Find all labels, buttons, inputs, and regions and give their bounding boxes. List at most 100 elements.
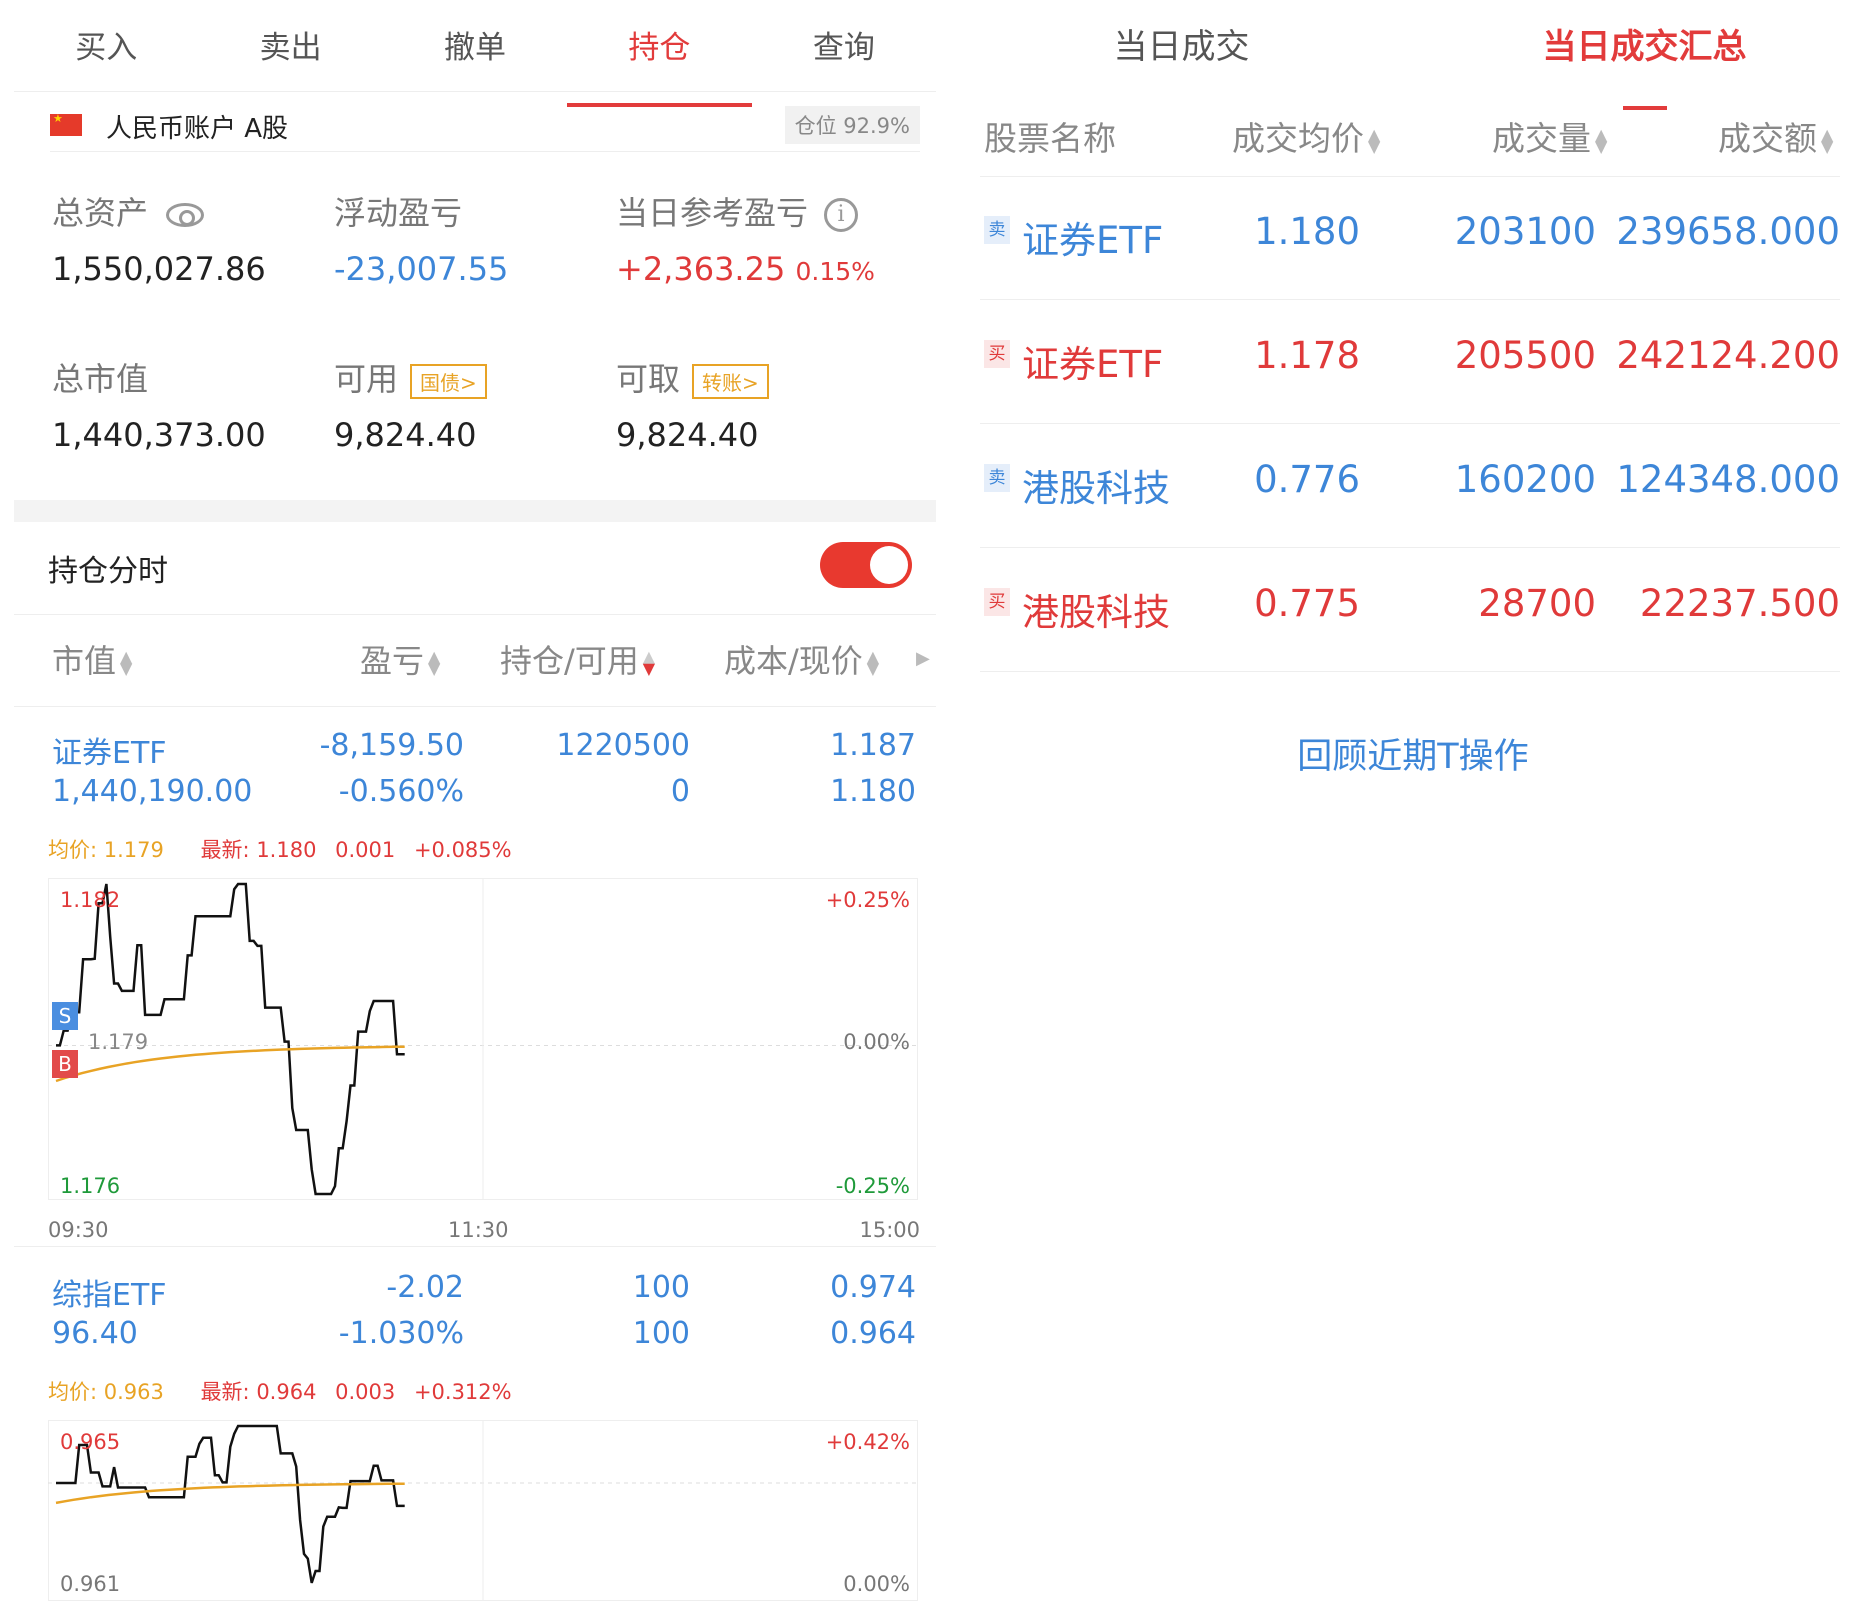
holding-quote-line: 均价: 0.963 最新: 0.964 0.003 +0.312% [48,1376,512,1406]
col-market-value[interactable]: 市值 ▲ ▼ [52,636,132,682]
holding-pl: -2.02 [386,1270,464,1305]
avg-price: 均价: 1.179 [48,838,164,862]
y-low-label: 0.961 [60,1572,121,1596]
day-pl-value: +2,363.25 0.15% [616,250,875,288]
latest-price: 最新: 1.180 [200,838,317,862]
amount: 124348.000 [1616,458,1840,501]
holding-position: 1220500 [556,728,690,763]
holding-pl: -8,159.50 [319,728,464,763]
pct-high-label: +0.25% [825,888,910,912]
tab-sell[interactable]: 卖出 [198,22,382,91]
pct-low-label: -0.25% [835,1174,910,1198]
summary-row[interactable]: 卖证券ETF 1.180 203100 239658.000 [980,176,1840,300]
price-change: 0.001 [335,838,396,862]
available-label: 可用 国债> [334,354,487,400]
price-line-plot [48,1420,918,1600]
col-cost-price-text: 成本/现价 [724,642,863,680]
withdrawable-label-text: 可取 [616,360,681,398]
y-low-label: 1.176 [60,1174,121,1198]
col-amount-text: 成交额 [1718,119,1817,158]
review-t-operations-link[interactable]: 回顾近期T操作 [950,728,1876,779]
sell-marker[interactable]: S [52,1002,78,1030]
holding-pl-pct: -1.030% [338,1316,464,1351]
holding-available: 100 [632,1316,690,1351]
china-flag-icon [50,112,82,136]
sell-badge: 卖 [984,464,1010,492]
holding-cost: 0.974 [830,1270,916,1305]
y-mid-label: 1.179 [88,1030,149,1054]
total-assets-value: 1,550,027.86 [52,250,266,288]
available-value: 9,824.40 [334,416,477,454]
treasury-button[interactable]: 国债> [410,363,487,399]
withdrawable-label: 可取 转账> [616,354,769,400]
total-assets-label: 总资产 [52,188,205,234]
summary-row[interactable]: 卖港股科技 0.776 160200 124348.000 [980,424,1840,548]
stock-name: 港股科技 [1022,591,1170,634]
price-change-pct: +0.312% [413,1380,512,1404]
pct-high-label: +0.42% [825,1430,910,1454]
day-pl-label: 当日参考盈亏 i [616,188,859,234]
buy-badge: 买 [984,340,1010,368]
section-divider [14,500,936,522]
sort-icon: ▲ ▼ [1595,124,1608,156]
col-cost-price[interactable]: 成本/现价 ▲ ▼ [724,636,879,682]
intraday-toggle[interactable] [820,542,912,588]
tab-holdings[interactable]: 持仓 [567,22,753,107]
time-open: 09:30 [48,1218,109,1242]
market-value-label: 总市值 [52,360,149,398]
intraday-chart[interactable]: 1.182 1.179 1.176 +0.25% 0.00% -0.25% S … [48,878,920,1242]
position-ratio-badge: 仓位 92.9% [784,106,920,144]
sort-icon: ▲ ▼ [428,647,441,678]
account-row[interactable]: 人民币账户 A股 仓位 92.9% [50,100,920,152]
col-avg-price[interactable]: 成交均价 ▲ ▼ [1232,112,1380,160]
tab-query[interactable]: 查询 [752,22,936,91]
price-line-plot [48,878,918,1200]
holding-position: 100 [632,1270,690,1305]
chevron-right-icon[interactable]: ▶ [916,648,930,669]
buy-marker[interactable]: B [52,1050,78,1078]
holding-name: 证券ETF [52,736,167,771]
avg-price: 1.180 [1254,210,1360,253]
eye-icon[interactable] [166,203,205,227]
tab-buy[interactable]: 买入 [14,22,198,91]
holding-available: 0 [670,774,690,809]
time-noon: 11:30 [448,1218,509,1242]
trade-summary-tabs: 当日成交 当日成交汇总 [950,22,1876,110]
info-icon[interactable]: i [824,198,859,232]
col-volume[interactable]: 成交量 ▲ ▼ [1492,112,1607,160]
float-pl-value: -23,007.55 [334,250,509,288]
stock-name: 证券ETF [1022,343,1164,386]
col-stock-name: 股票名称 [984,119,1116,158]
avg-price: 均价: 0.963 [48,1380,164,1404]
col-position[interactable]: 持仓/可用 ▲ ▼ [500,636,655,682]
avg-price: 0.775 [1254,582,1360,625]
volume: 203100 [1454,210,1596,253]
sort-icon: ▲ ▼ [866,647,880,678]
trade-tabs: 买入 卖出 撤单 持仓 查询 [14,22,936,107]
col-pl[interactable]: 盈亏 ▲ ▼ [360,636,440,682]
divider [14,706,936,707]
transfer-button[interactable]: 转账> [692,363,769,399]
holding-name: 综指ETF [52,1278,167,1313]
withdrawable-value: 9,824.40 [616,416,759,454]
col-amount[interactable]: 成交额 ▲ ▼ [1718,112,1833,160]
col-market-value-text: 市值 [52,642,117,680]
holding-quote-line: 均价: 1.179 最新: 1.180 0.001 +0.085% [48,834,512,864]
sell-badge: 卖 [984,216,1010,244]
price-change-pct: +0.085% [413,838,512,862]
tab-daily-trades[interactable]: 当日成交 [950,22,1413,92]
sort-icon: ▲ ▼ [120,647,133,678]
stock-name: 港股科技 [1022,467,1170,510]
tab-cancel[interactable]: 撤单 [383,22,567,91]
volume: 160200 [1454,458,1596,501]
tab-daily-summary[interactable]: 当日成交汇总 [1413,22,1876,110]
summary-row[interactable]: 买港股科技 0.775 28700 22237.500 [980,548,1840,672]
market-value-value: 1,440,373.00 [52,416,266,454]
summary-row[interactable]: 买证券ETF 1.178 205500 242124.200 [980,300,1840,424]
volume: 28700 [1478,582,1596,625]
intraday-chart[interactable]: 0.965 0.961 +0.42% 0.00% [48,1420,920,1601]
divider [14,614,936,615]
daily-trade-summary-panel: 当日成交 当日成交汇总 股票名称 成交均价 ▲ ▼ 成交量 ▲ ▼ 成交额 ▲ ▼ 卖证券E… [950,0,1876,1601]
col-avg-price-text: 成交均价 [1232,119,1364,158]
stock-name: 证券ETF [1022,219,1164,262]
